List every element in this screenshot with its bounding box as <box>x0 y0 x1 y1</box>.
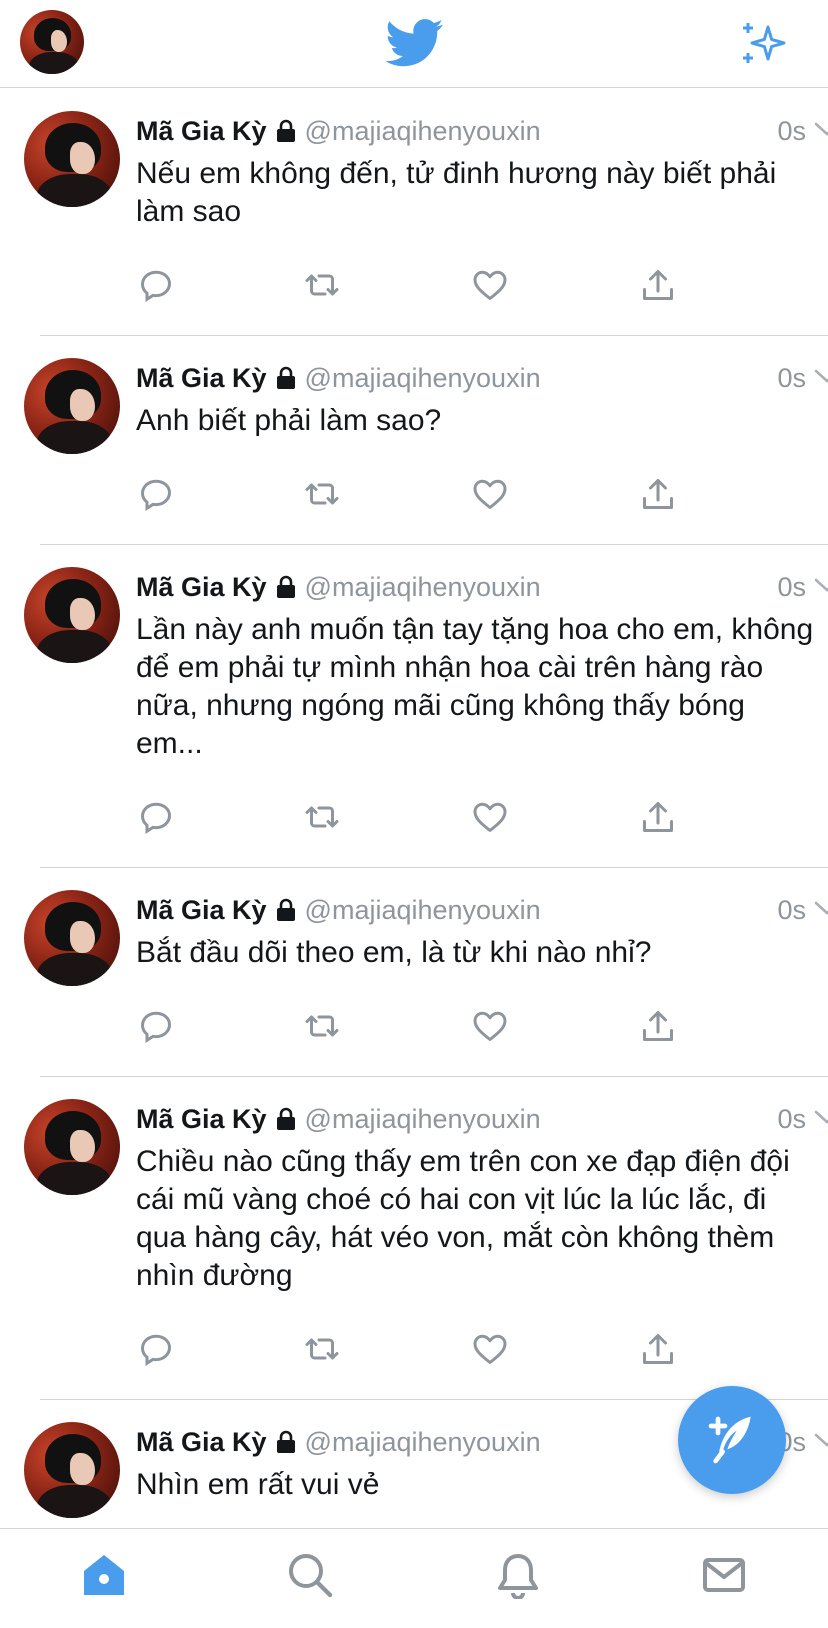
notifications-icon[interactable] <box>494 1551 542 1599</box>
lock-icon <box>276 575 295 598</box>
author-name[interactable]: Mã Gia Kỳ <box>136 363 267 394</box>
compose-button[interactable] <box>678 1386 786 1494</box>
tweet-header: Mã Gia Kỳ @majiaqihenyouxin 0s <box>136 111 828 151</box>
compose-icon <box>708 1416 751 1464</box>
author-handle[interactable]: @majiaqihenyouxin <box>305 572 541 603</box>
reply-icon[interactable] <box>138 799 174 835</box>
like-icon[interactable] <box>472 799 508 835</box>
lock-icon <box>276 1107 295 1130</box>
lock-icon <box>276 898 295 921</box>
tweet-actions <box>136 1317 828 1377</box>
messages-icon[interactable] <box>700 1551 748 1599</box>
reply-icon[interactable] <box>138 476 174 512</box>
tweet-avatar[interactable] <box>24 890 120 986</box>
tweet-header: Mã Gia Kỳ @majiaqihenyouxin 0s <box>136 567 828 607</box>
reply-icon[interactable] <box>138 267 174 303</box>
tweet-time: 0s <box>777 1103 806 1134</box>
share-icon[interactable] <box>640 1331 676 1367</box>
share-icon[interactable] <box>640 267 676 303</box>
author-handle[interactable]: @majiaqihenyouxin <box>305 895 541 926</box>
retweet-icon[interactable] <box>304 476 340 512</box>
lock-icon <box>276 119 295 142</box>
chevron-down-icon[interactable] <box>814 1430 828 1450</box>
like-icon[interactable] <box>472 1331 508 1367</box>
lock-icon <box>276 1430 295 1453</box>
author-name[interactable]: Mã Gia Kỳ <box>136 572 267 603</box>
chevron-down-icon[interactable] <box>814 898 828 918</box>
tweet[interactable]: Mã Gia Kỳ @majiaqihenyouxin 0s Nếu em kh… <box>24 89 828 336</box>
tweet-text: Anh biết phải làm sao? <box>136 404 442 437</box>
author-handle[interactable]: @majiaqihenyouxin <box>305 363 541 394</box>
chevron-down-icon[interactable] <box>814 1107 828 1127</box>
author-name[interactable]: Mã Gia Kỳ <box>136 1104 267 1135</box>
tweet-avatar[interactable] <box>24 111 120 207</box>
tweet-text: Bắt đầu dõi theo em, là từ khi nào nhỉ? <box>136 936 652 969</box>
author-name[interactable]: Mã Gia Kỳ <box>136 116 267 147</box>
tweet-time: 0s <box>777 571 806 602</box>
profile-avatar[interactable] <box>20 10 84 74</box>
author-handle[interactable]: @majiaqihenyouxin <box>305 116 541 147</box>
tweet-header: Mã Gia Kỳ @majiaqihenyouxin 0s <box>136 358 828 398</box>
retweet-icon[interactable] <box>304 1331 340 1367</box>
timeline: Mã Gia Kỳ @majiaqihenyouxin 0s Nếu em kh… <box>0 89 828 1529</box>
sparkle-icon[interactable] <box>740 18 788 68</box>
tweet-avatar[interactable] <box>24 567 120 663</box>
twitter-bird-icon <box>386 19 444 67</box>
chevron-down-icon[interactable] <box>814 575 828 595</box>
tweet-time: 0s <box>777 894 806 925</box>
share-icon[interactable] <box>640 799 676 835</box>
retweet-icon[interactable] <box>304 1008 340 1044</box>
tweet-avatar[interactable] <box>24 1422 120 1518</box>
tweet[interactable]: Mã Gia Kỳ @majiaqihenyouxin 0s Bắt đầu d… <box>24 868 828 1077</box>
author-handle[interactable]: @majiaqihenyouxin <box>305 1104 541 1135</box>
tweet-actions <box>136 462 828 522</box>
tweet-text: Nếu em không đến, tử đinh hương này biết… <box>136 157 777 228</box>
share-icon[interactable] <box>640 476 676 512</box>
like-icon[interactable] <box>472 1008 508 1044</box>
tweet[interactable]: Mã Gia Kỳ @majiaqihenyouxin 0s Lần này a… <box>24 545 828 868</box>
tweet-actions <box>136 994 828 1054</box>
retweet-icon[interactable] <box>304 799 340 835</box>
lock-icon <box>276 366 295 389</box>
tweet-time: 0s <box>777 115 806 146</box>
author-name[interactable]: Mã Gia Kỳ <box>136 1427 267 1458</box>
tweet[interactable]: Mã Gia Kỳ @majiaqihenyouxin 0s Anh biết … <box>24 336 828 545</box>
author-handle[interactable]: @majiaqihenyouxin <box>305 1427 541 1458</box>
search-icon[interactable] <box>286 1551 334 1599</box>
tweet-actions <box>136 253 828 313</box>
reply-icon[interactable] <box>138 1331 174 1367</box>
tweet-avatar[interactable] <box>24 358 120 454</box>
reply-icon[interactable] <box>138 1008 174 1044</box>
tweet-time: 0s <box>777 362 806 393</box>
bottom-tab-bar <box>0 1528 828 1628</box>
home-icon[interactable] <box>80 1551 128 1599</box>
tweet-text: Lần này anh muốn tận tay tặng hoa cho em… <box>136 613 814 760</box>
like-icon[interactable] <box>472 476 508 512</box>
like-icon[interactable] <box>472 267 508 303</box>
tweet-header: Mã Gia Kỳ @majiaqihenyouxin 0s <box>136 890 828 930</box>
top-bar <box>0 0 828 88</box>
tweet[interactable]: Mã Gia Kỳ @majiaqihenyouxin 0s Chiều nào… <box>24 1077 828 1400</box>
retweet-icon[interactable] <box>304 267 340 303</box>
share-icon[interactable] <box>640 1008 676 1044</box>
tweet-text: Chiều nào cũng thấy em trên con xe đạp đ… <box>136 1145 790 1292</box>
chevron-down-icon[interactable] <box>814 119 828 139</box>
author-name[interactable]: Mã Gia Kỳ <box>136 895 267 926</box>
tweet-avatar[interactable] <box>24 1099 120 1195</box>
tweet-actions <box>136 785 828 845</box>
chevron-down-icon[interactable] <box>814 366 828 386</box>
tweet-header: Mã Gia Kỳ @majiaqihenyouxin 0s <box>136 1099 828 1139</box>
